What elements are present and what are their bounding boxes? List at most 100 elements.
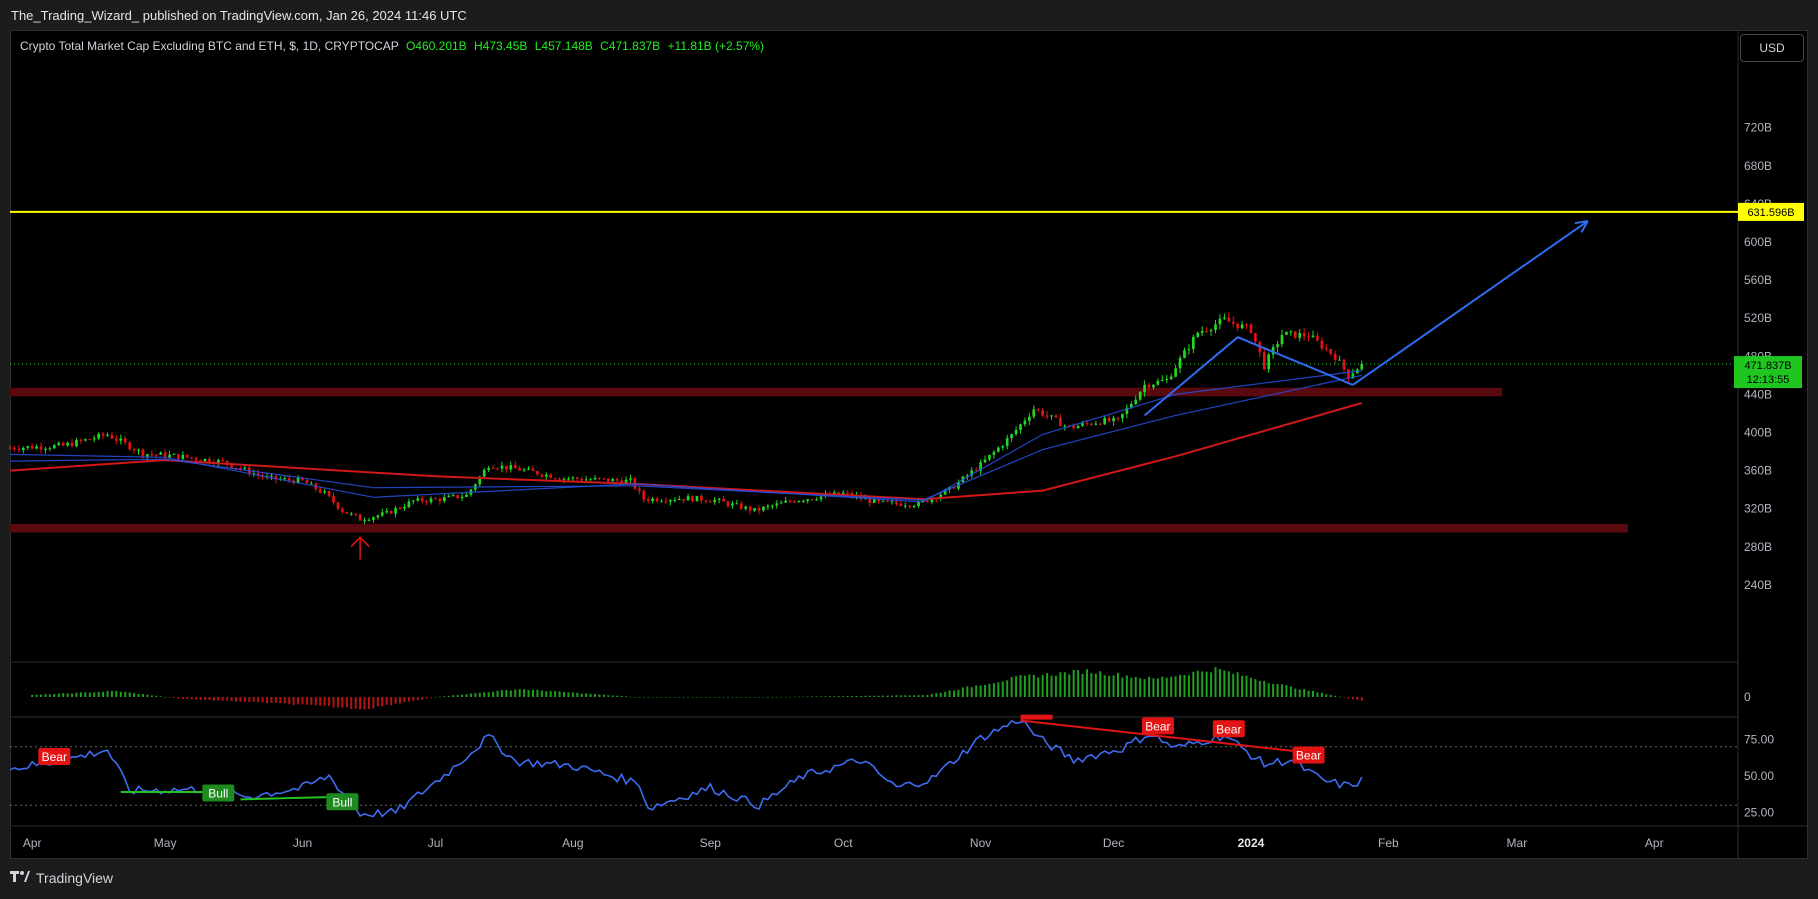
candle bbox=[1205, 330, 1208, 332]
candle bbox=[997, 447, 1000, 452]
price-change: +11.81B (+2.57%) bbox=[667, 39, 765, 53]
time-tick-label: Sep bbox=[700, 836, 722, 850]
histogram-bar bbox=[811, 696, 814, 697]
candle bbox=[1267, 354, 1271, 370]
candle bbox=[203, 458, 207, 462]
candle bbox=[1050, 415, 1053, 417]
histogram-bar bbox=[735, 697, 738, 698]
histogram-bar bbox=[1338, 696, 1341, 698]
candle bbox=[194, 457, 198, 461]
candle bbox=[558, 478, 561, 480]
histogram-bar bbox=[1334, 695, 1337, 697]
candle bbox=[132, 449, 136, 451]
histogram-bar bbox=[926, 694, 929, 697]
histogram-bar bbox=[704, 697, 707, 698]
candle bbox=[611, 478, 615, 482]
tradingview-brand: TradingView bbox=[36, 869, 114, 886]
candle bbox=[1045, 415, 1049, 417]
histogram-bar bbox=[469, 693, 472, 697]
candle bbox=[70, 442, 74, 447]
currency-button[interactable]: USD bbox=[1740, 34, 1804, 62]
candle bbox=[185, 454, 189, 458]
candle bbox=[1072, 426, 1076, 429]
candle bbox=[429, 498, 433, 503]
histogram-bar bbox=[1312, 690, 1315, 697]
histogram-bar bbox=[1001, 681, 1004, 697]
symbol-legend: Crypto Total Market Cap Excluding BTC an… bbox=[20, 39, 764, 53]
histogram-bar bbox=[846, 695, 849, 697]
histogram-bar bbox=[899, 695, 902, 697]
candle bbox=[1005, 438, 1009, 447]
candle bbox=[505, 465, 508, 470]
candle bbox=[1276, 344, 1279, 348]
candle bbox=[341, 508, 344, 512]
time-tick-label: Jul bbox=[428, 836, 443, 850]
histogram-bar bbox=[625, 696, 628, 697]
candle bbox=[806, 499, 810, 501]
histogram-bar bbox=[1063, 672, 1066, 697]
histogram-bar bbox=[669, 697, 672, 698]
histogram-bar bbox=[1148, 676, 1151, 697]
histogram-bar bbox=[235, 697, 238, 702]
chart-canvas[interactable]: 720B680B640B600B560B520B480B440B400B360B… bbox=[0, 0, 1818, 899]
candle bbox=[84, 439, 87, 441]
histogram-bar bbox=[279, 697, 282, 704]
candle bbox=[323, 491, 327, 493]
histogram-bar bbox=[292, 697, 295, 706]
histogram-bar bbox=[186, 697, 189, 700]
divergence-label: Bull bbox=[208, 787, 228, 801]
candle bbox=[8, 447, 12, 449]
histogram-bar bbox=[837, 696, 840, 697]
histogram-bar bbox=[722, 697, 725, 698]
candle bbox=[420, 498, 424, 502]
candle bbox=[181, 454, 185, 460]
histogram-bar bbox=[766, 697, 769, 698]
histogram-bar bbox=[146, 694, 149, 697]
candle bbox=[513, 465, 517, 469]
candle bbox=[48, 448, 52, 450]
candle bbox=[1076, 425, 1080, 429]
histogram-bar bbox=[859, 695, 862, 697]
candle bbox=[456, 495, 459, 499]
histogram-bar bbox=[204, 697, 207, 701]
histogram-bar bbox=[1196, 670, 1199, 697]
histogram-bar bbox=[1351, 697, 1354, 700]
histogram-zero-label: 0 bbox=[1744, 690, 1751, 704]
time-tick-label: Apr bbox=[23, 836, 42, 850]
histogram-bar bbox=[394, 697, 397, 704]
histogram-bar bbox=[155, 695, 158, 697]
candle bbox=[1183, 350, 1186, 358]
histogram-bar bbox=[376, 697, 379, 707]
histogram-bar bbox=[567, 692, 570, 697]
histogram-bar bbox=[110, 690, 113, 697]
candle bbox=[345, 511, 349, 514]
support-zone bbox=[10, 387, 1502, 397]
histogram-bar bbox=[239, 697, 242, 702]
tradingview-logo[interactable]: TradingView bbox=[10, 869, 113, 886]
candle bbox=[527, 468, 530, 470]
candle bbox=[762, 506, 765, 511]
histogram-bar bbox=[1192, 671, 1195, 697]
candle bbox=[584, 479, 588, 481]
histogram-bar bbox=[1285, 685, 1288, 697]
histogram-bar bbox=[1117, 672, 1119, 697]
candle bbox=[1147, 384, 1151, 388]
histogram-bar bbox=[354, 697, 357, 709]
histogram-bar bbox=[1347, 697, 1350, 699]
time-tick-label: Oct bbox=[834, 836, 853, 850]
histogram-bar bbox=[700, 697, 703, 698]
histogram-bar bbox=[66, 693, 69, 697]
histogram-bar bbox=[1130, 677, 1133, 697]
candle bbox=[318, 489, 322, 493]
candle bbox=[540, 474, 544, 477]
histogram-bar bbox=[820, 696, 823, 697]
histogram-bar bbox=[319, 697, 322, 706]
histogram-bar bbox=[390, 697, 393, 706]
candle bbox=[1316, 335, 1319, 341]
candle bbox=[172, 454, 176, 456]
histogram-bar bbox=[230, 697, 233, 701]
histogram-bar bbox=[948, 690, 951, 697]
candle bbox=[522, 469, 526, 471]
histogram-bar bbox=[177, 697, 180, 699]
candle bbox=[1028, 416, 1031, 421]
